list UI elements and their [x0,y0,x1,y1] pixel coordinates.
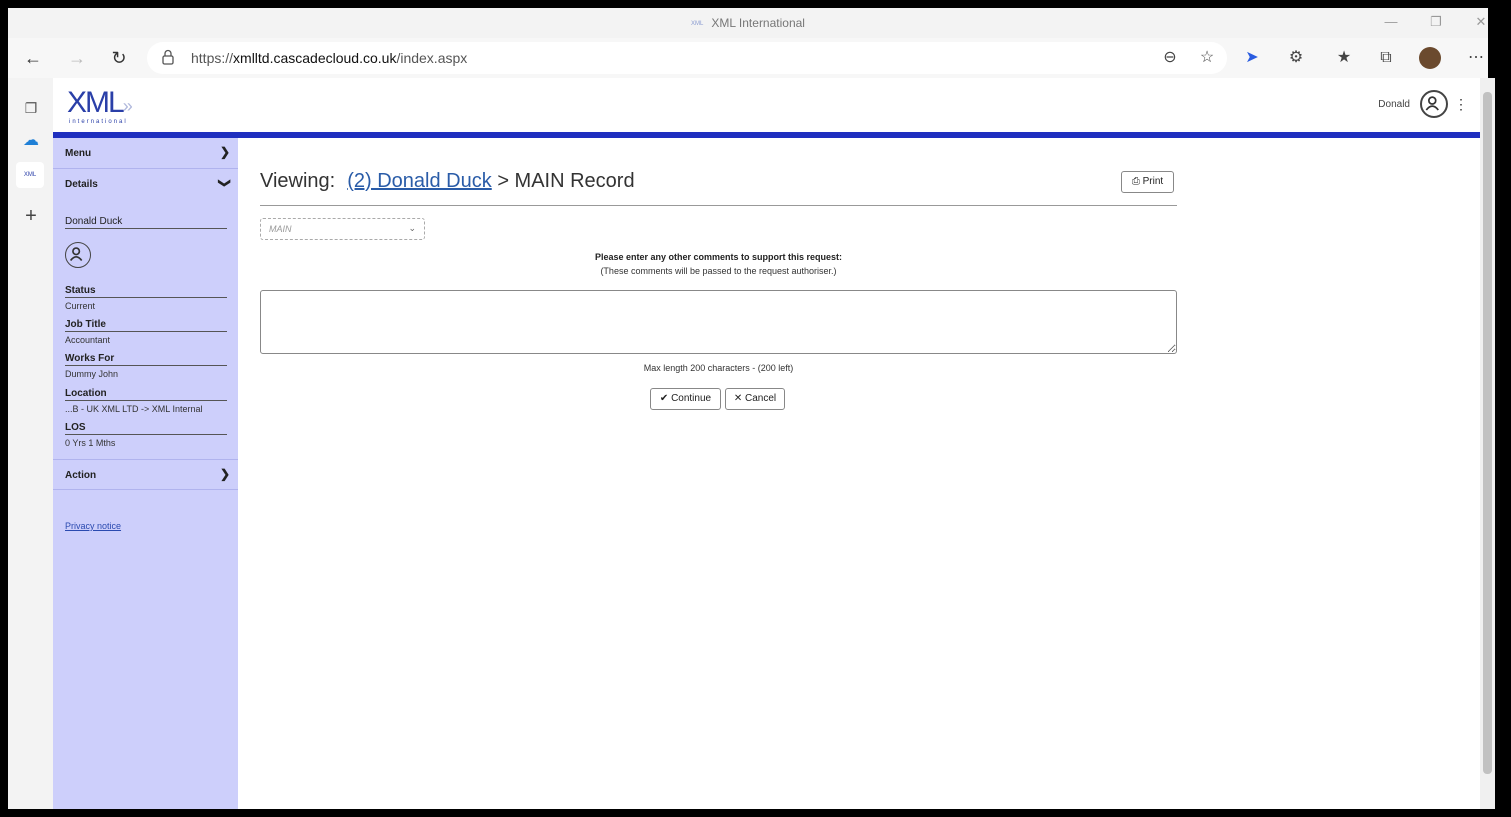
favorite-star-icon[interactable]: ☆ [1195,46,1219,70]
edge-sidebar: ❐ ☁ XML + [8,78,53,809]
status-label: Status [65,285,227,298]
page-scrollbar[interactable] [1480,78,1495,809]
sidebar-action-toggle[interactable]: Action ❯ [53,459,238,490]
user-avatar-icon[interactable] [1420,90,1448,118]
status-value: Current [65,301,96,311]
page-title: Viewing: (2) Donald Duck > MAIN Record [260,170,635,193]
web-page: XML» international Donald ⋮ Menu ❯ Detai… [53,78,1488,809]
browser-window: XML XML International — ❐ ✕ ← → ↻ https:/… [8,8,1488,809]
brand-bar [53,132,1488,138]
location-label: Location [65,388,227,401]
refresh-icon[interactable]: ↻ [106,46,132,70]
sidebar-details-toggle[interactable]: Details ❯ [53,169,238,200]
logo-subtitle: international [69,119,128,125]
favorites-icon[interactable]: ★ [1332,46,1356,70]
back-icon[interactable]: ← [20,46,46,70]
lock-icon [162,49,174,65]
comments-textarea[interactable] [260,290,1177,354]
url-prefix: https:// [191,50,234,66]
bing-icon[interactable]: ➤ [1240,46,1264,70]
user-name: Donald [1378,99,1410,110]
job-title-label: Job Title [65,319,227,332]
works-for-value: Dummy John [65,369,119,379]
los-label: LOS [65,422,227,435]
record-suffix: > MAIN Record [497,170,635,192]
comments-prompt: Please enter any other comments to suppo… [594,252,843,262]
chevron-down-icon: ❯ [217,177,232,189]
print-button[interactable]: ⎙ Print [1121,171,1174,193]
person-name: Donald Duck [65,216,227,229]
collections-icon[interactable]: ⧉ [1374,46,1398,70]
minimize-icon[interactable]: — [1376,14,1406,32]
cancel-button[interactable]: ✕ Cancel [725,388,785,410]
xml-tab-icon[interactable]: XML [16,162,44,188]
xml-logo[interactable]: XML» international [67,86,157,126]
record-select-value: MAIN [269,224,292,234]
logo-chevrons-icon: » [122,96,133,116]
browser-toolbar: ← → ↻ https://xmlltd.cascadecloud.co.uk/… [8,38,1488,78]
menu-label: Menu [65,148,92,159]
window-title-text: XML International [711,16,805,30]
sidebar: Menu ❯ Details ❯ Donald Duck Status Curr… [53,138,238,809]
add-tab-icon[interactable]: + [18,203,44,229]
job-title-value: Accountant [65,335,111,345]
title-divider [260,205,1177,206]
profile-avatar-icon[interactable] [1419,47,1441,69]
viewing-label: Viewing: [260,170,336,192]
max-length-text: Max length 200 characters - (200 left) [643,363,794,373]
details-label: Details [65,179,98,190]
header-menu-icon[interactable]: ⋮ [1454,96,1468,113]
address-bar[interactable]: https://xmlltd.cascadecloud.co.uk/index.… [147,42,1227,74]
print-label: Print [1142,176,1164,187]
action-label: Action [65,470,97,481]
onedrive-icon[interactable]: ☁ [18,128,44,154]
extensions-icon[interactable]: ⚙ [1284,46,1308,70]
person-avatar-icon [65,242,91,268]
forward-icon[interactable]: → [64,46,90,70]
continue-button[interactable]: ✔ Continue [650,388,721,410]
url-domain: xmlltd.cascadecloud.co.uk [233,50,397,66]
zoom-out-icon[interactable]: ⊖ [1158,46,1182,70]
printer-icon: ⎙ [1131,176,1140,187]
record-select[interactable]: MAIN ⌄ [260,218,425,240]
close-icon[interactable]: ✕ [1466,14,1488,32]
continue-label: Continue [671,393,712,404]
checkmark-icon: ✔ [659,393,669,404]
site-header: XML» international Donald ⋮ [53,78,1488,132]
window-title: XML XML International [8,16,1488,30]
chevron-right-icon: ❯ [219,467,230,481]
restore-icon[interactable]: ❐ [1421,14,1451,32]
url-path: /index.aspx [396,50,468,66]
person-link[interactable]: (2) Donald Duck [347,170,492,192]
tab-actions-icon[interactable]: ❐ [18,95,44,121]
scrollbar-thumb[interactable] [1483,92,1492,774]
sidebar-menu-toggle[interactable]: Menu ❯ [53,138,238,169]
chevron-down-icon: ⌄ [408,223,416,233]
more-menu-icon[interactable]: ⋯ [1464,46,1488,70]
works-for-label: Works For [65,353,227,366]
xml-favicon-icon: XML [691,20,704,27]
los-value: 0 Yrs 1 Mths [65,438,116,448]
close-x-icon: ✕ [733,393,743,404]
cancel-label: Cancel [745,393,777,404]
logo-text: XML [67,86,125,119]
url-text: https://xmlltd.cascadecloud.co.uk/index.… [191,50,467,66]
location-value: ...B - UK XML LTD -> XML Internal [65,404,203,414]
comments-note: (These comments will be passed to the re… [600,266,837,276]
title-bar: XML XML International — ❐ ✕ [8,8,1488,38]
privacy-notice-link[interactable]: Privacy notice [65,521,121,531]
chevron-right-icon: ❯ [219,145,230,159]
